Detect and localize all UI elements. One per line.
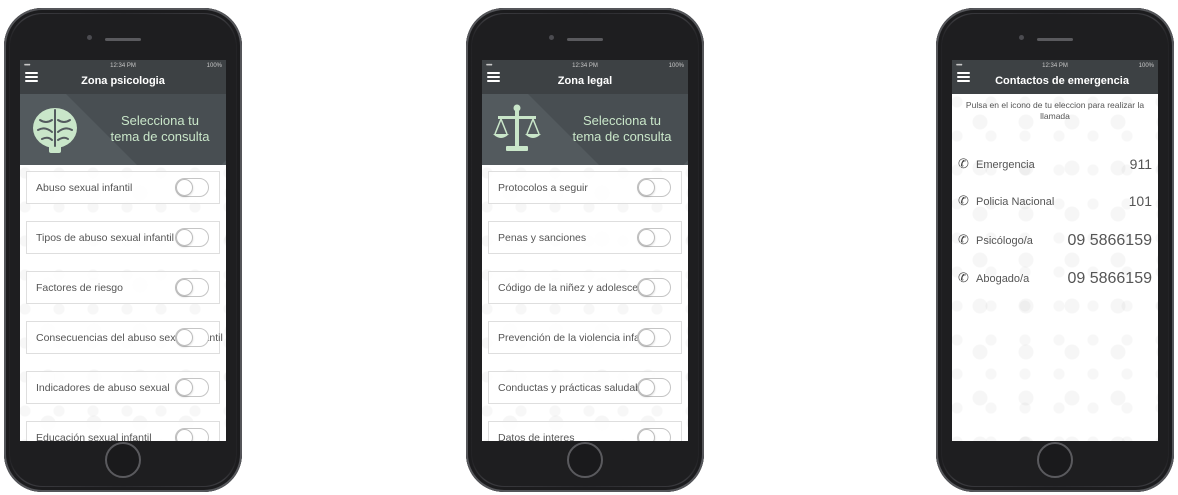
list-item-label: Abuso sexual infantil <box>36 182 133 194</box>
list-item[interactable]: Indicadores de abuso sexual <box>26 371 220 404</box>
page-title: Contactos de emergencia <box>995 75 1129 87</box>
banner-heading: Selecciona tu tema de consulta <box>98 113 222 145</box>
contact-number: 09 5866159 <box>1067 270 1152 287</box>
toggle-switch[interactable] <box>637 228 671 247</box>
scales-icon <box>493 104 541 151</box>
banner-heading: Selecciona tu tema de consulta <box>560 113 684 145</box>
toggle-switch[interactable] <box>175 228 209 247</box>
toggle-switch[interactable] <box>175 278 209 297</box>
status-time: 12:34 PM <box>110 63 136 69</box>
screen-legal: ••••• 12:34 PM 100% Zona legal Seleccion… <box>482 60 688 441</box>
battery-level: 100% <box>1138 63 1154 69</box>
list-item[interactable]: Factores de riesgo <box>26 271 220 304</box>
list-item[interactable]: Prevención de la violencia infantil <box>488 321 682 354</box>
contact-number: 09 5866159 <box>1067 232 1152 249</box>
toggle-switch[interactable] <box>175 328 209 347</box>
phone-psychology: ••••• 12:34 PM 100% Zona psicologia Sele… <box>4 8 242 492</box>
phone-icon[interactable]: ✆ <box>958 157 972 171</box>
toggle-switch[interactable] <box>637 278 671 297</box>
phone-icon[interactable]: ✆ <box>958 233 972 247</box>
front-camera <box>549 35 554 40</box>
contact-row[interactable]: ✆ Psicólogo/a 09 5866159 <box>958 232 1152 252</box>
phone-icon[interactable]: ✆ <box>958 194 972 208</box>
front-camera <box>1019 35 1024 40</box>
list-item-label: Penas y sanciones <box>498 232 587 244</box>
home-button[interactable] <box>1037 442 1073 478</box>
contact-name: Emergencia <box>976 159 1035 171</box>
contact-name: Policia Nacional <box>976 196 1055 208</box>
status-time: 12:34 PM <box>1042 63 1068 69</box>
list-item-label: Factores de riesgo <box>36 282 123 294</box>
app-header: ••••• 12:34 PM 100% Contactos de emergen… <box>952 60 1158 94</box>
battery-level: 100% <box>668 63 684 69</box>
banner-line-1: Selecciona tu <box>582 113 662 128</box>
app-header: ••••• 12:34 PM 100% Zona legal <box>482 60 688 94</box>
contact-row[interactable]: ✆ Policia Nacional 101 <box>958 193 1152 213</box>
list-item-label: Educación sexual infantil <box>36 432 152 441</box>
status-time: 12:34 PM <box>572 63 598 69</box>
toggle-switch[interactable] <box>175 378 209 397</box>
banner-line-2: tema de consulta <box>572 129 672 144</box>
page-title: Zona legal <box>557 75 613 87</box>
earpiece-speaker <box>105 38 141 41</box>
topic-list: Protocolos a seguir Penas y sanciones Có… <box>482 165 688 441</box>
contacts-panel: Pulsa en el icono de tu eleccion para re… <box>952 94 1158 441</box>
list-item[interactable]: Código de la niñez y adolescencia <box>488 271 682 304</box>
screen-psychology: ••••• 12:34 PM 100% Zona psicologia Sele… <box>20 60 226 441</box>
list-item-label: Protocolos a seguir <box>498 182 588 194</box>
list-item[interactable]: Datos de interes <box>488 421 682 441</box>
list-item[interactable]: Abuso sexual infantil <box>26 171 220 204</box>
toggle-switch[interactable] <box>175 178 209 197</box>
contact-name: Psicólogo/a <box>976 235 1033 247</box>
phone-emergency: ••••• 12:34 PM 100% Contactos de emergen… <box>936 8 1174 492</box>
topic-banner: Selecciona tu tema de consulta <box>482 94 688 165</box>
topic-list: Abuso sexual infantil Tipos de abuso sex… <box>20 165 226 441</box>
banner-line-1: Selecciona tu <box>120 113 200 128</box>
app-header: ••••• 12:34 PM 100% Zona psicologia <box>20 60 226 94</box>
contacts-hint: Pulsa en el icono de tu eleccion para re… <box>965 100 1145 121</box>
list-item-label: Código de la niñez y adolescencia <box>498 282 658 294</box>
list-item-label: Indicadores de abuso sexual <box>36 382 170 394</box>
earpiece-speaker <box>567 38 603 41</box>
battery-level: 100% <box>206 63 222 69</box>
list-item-label: Prevención de la violencia infantil <box>498 332 654 344</box>
contact-name: Abogado/a <box>976 273 1030 285</box>
screen-emergency: ••••• 12:34 PM 100% Contactos de emergen… <box>952 60 1158 441</box>
list-item[interactable]: Penas y sanciones <box>488 221 682 254</box>
brain-icon <box>33 108 77 153</box>
contact-number: 101 <box>1128 193 1152 209</box>
phone-legal: ••••• 12:34 PM 100% Zona legal Seleccion… <box>466 8 704 492</box>
home-button[interactable] <box>105 442 141 478</box>
banner-line-2: tema de consulta <box>110 129 210 144</box>
list-item-label: Conductas y prácticas saludables <box>498 382 655 394</box>
phone-icon[interactable]: ✆ <box>958 271 972 285</box>
topic-banner: Selecciona tu tema de consulta <box>20 94 226 165</box>
page-title: Zona psicologia <box>81 75 165 87</box>
list-item[interactable]: Consecuencias del abuso sexual infantil <box>26 321 223 354</box>
list-item[interactable]: Tipos de abuso sexual infantil <box>26 221 220 254</box>
toggle-switch[interactable] <box>175 428 209 441</box>
list-item[interactable]: Conductas y prácticas saludables <box>488 371 682 404</box>
list-item-label: Datos de interes <box>498 432 575 441</box>
toggle-switch[interactable] <box>637 328 671 347</box>
list-item[interactable]: Protocolos a seguir <box>488 171 682 204</box>
toggle-switch[interactable] <box>637 378 671 397</box>
contact-number: 911 <box>1129 156 1152 172</box>
earpiece-speaker <box>1037 38 1073 41</box>
list-item-label: Tipos de abuso sexual infantil <box>36 232 174 244</box>
contact-row[interactable]: ✆ Emergencia 911 <box>958 156 1152 176</box>
list-item[interactable]: Educación sexual infantil <box>26 421 220 441</box>
front-camera <box>87 35 92 40</box>
toggle-switch[interactable] <box>637 178 671 197</box>
toggle-switch[interactable] <box>637 428 671 441</box>
home-button[interactable] <box>567 442 603 478</box>
contact-row[interactable]: ✆ Abogado/a 09 5866159 <box>958 270 1152 290</box>
